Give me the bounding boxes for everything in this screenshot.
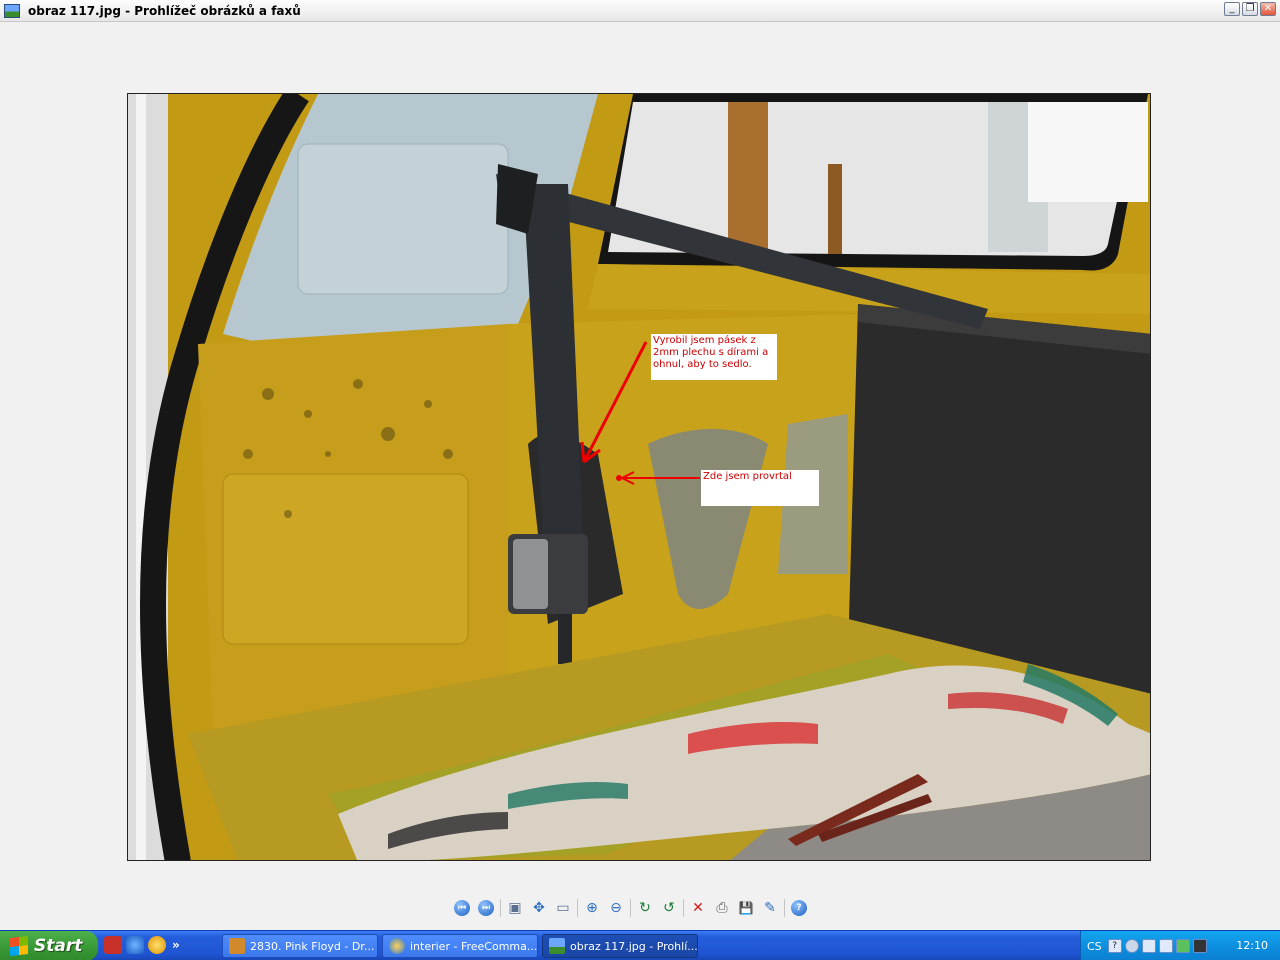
print-button[interactable]: ⎙ <box>712 898 732 918</box>
image-viewer-area: Vyrobil jsem pásek z 2mm plechu s dírami… <box>0 23 1280 893</box>
taskbar-item-label: obraz 117.jpg - Prohlí... <box>570 939 698 953</box>
language-indicator[interactable]: CS <box>1087 940 1102 953</box>
rotate-clockwise-button[interactable]: ↻ <box>635 898 655 918</box>
media-player-icon[interactable] <box>148 936 166 954</box>
help-icon: ? <box>791 900 807 916</box>
photo-illustration <box>128 94 1150 860</box>
actual-size-icon: ✥ <box>533 900 545 916</box>
image-viewer-icon <box>4 3 20 18</box>
rotate-clockwise-icon: ↻ <box>639 900 651 916</box>
print-icon: ⎙ <box>716 900 728 916</box>
best-fit-button[interactable]: ▣ <box>505 898 525 918</box>
actual-size-button[interactable]: ✥ <box>529 898 549 918</box>
delete-button[interactable]: ✕ <box>688 898 708 918</box>
help-tray-icon[interactable]: ? <box>1107 939 1122 953</box>
toolbar-separator <box>577 899 578 917</box>
quick-launch-more-icon[interactable]: » <box>172 938 180 952</box>
taskbar: Start » 2830. Pink Floyd - Dr... interie… <box>0 930 1280 960</box>
slideshow-icon: ▭ <box>556 900 570 916</box>
display-tray-icon[interactable] <box>1192 939 1207 953</box>
photo: Vyrobil jsem pásek z 2mm plechu s dírami… <box>127 93 1151 861</box>
rotate-counterclockwise-button[interactable]: ↺ <box>659 898 679 918</box>
taskbar-item-freecommander[interactable]: interier - FreeComma... <box>382 934 538 958</box>
slideshow-button[interactable]: ▭ <box>553 898 573 918</box>
back-tray-icon[interactable] <box>1124 939 1139 953</box>
annotation-drill-note: Zde jsem provrtal <box>701 470 819 506</box>
freecommander-icon <box>389 938 405 954</box>
minimize-button[interactable]: _ <box>1224 2 1240 16</box>
toolbar-separator <box>683 899 684 917</box>
previous-image-button[interactable]: ⏮ <box>452 898 472 918</box>
system-tray: CS ? 12:10 <box>1080 931 1280 960</box>
save-icon: 💾 <box>738 901 754 915</box>
winamp-icon <box>229 938 245 954</box>
image-viewer-icon <box>549 938 565 954</box>
taskbar-item-label: 2830. Pink Floyd - Dr... <box>250 939 375 953</box>
network-tray-icon[interactable] <box>1158 939 1173 953</box>
annotation-strap-note: Vyrobil jsem pásek z 2mm plechu s dírami… <box>651 334 777 380</box>
previous-icon: ⏮ <box>454 900 470 916</box>
taskbar-item-winamp[interactable]: 2830. Pink Floyd - Dr... <box>222 934 378 958</box>
toolbar-separator <box>630 899 631 917</box>
delete-icon: ✕ <box>692 900 704 916</box>
rotate-counterclockwise-icon: ↺ <box>663 900 675 916</box>
start-label: Start <box>34 936 83 956</box>
search-tray-icon[interactable] <box>1141 939 1156 953</box>
zoom-in-button[interactable]: ⊕ <box>582 898 602 918</box>
start-button[interactable]: Start <box>0 931 98 960</box>
next-icon: ⏭ <box>478 900 494 916</box>
save-button[interactable]: 💾 <box>736 898 756 918</box>
toolbar-separator <box>784 899 785 917</box>
window-title-bar[interactable]: obraz 117.jpg - Prohlížeč obrázků a faxů… <box>0 0 1280 22</box>
viewer-toolbar: ⏮ ⏭ ▣ ✥ ▭ ⊕ ⊖ ↻ ↺ ✕ ⎙ 💾 ✎ ? <box>452 897 813 919</box>
edit-button[interactable]: ✎ <box>760 898 780 918</box>
windows-logo-icon <box>10 936 28 956</box>
best-fit-icon: ▣ <box>508 900 522 916</box>
help-button[interactable]: ? <box>789 898 809 918</box>
close-button[interactable]: ✕ <box>1260 2 1276 16</box>
toolbar-separator <box>500 899 501 917</box>
restore-button[interactable]: ❐ <box>1242 2 1258 16</box>
quick-launch: » <box>104 936 180 954</box>
internet-explorer-icon[interactable] <box>126 936 144 954</box>
window-controls: _ ❐ ✕ <box>1224 2 1276 16</box>
next-image-button[interactable]: ⏭ <box>476 898 496 918</box>
edit-icon: ✎ <box>764 900 776 916</box>
pdf-app-icon[interactable] <box>104 936 122 954</box>
zoom-in-icon: ⊕ <box>586 900 598 916</box>
zoom-out-icon: ⊖ <box>610 900 622 916</box>
antivirus-tray-icon[interactable] <box>1175 939 1190 953</box>
taskbar-item-label: interier - FreeComma... <box>410 939 538 953</box>
window-title: obraz 117.jpg - Prohlížeč obrázků a faxů <box>28 3 301 18</box>
zoom-out-button[interactable]: ⊖ <box>606 898 626 918</box>
clock: 12:10 <box>1236 939 1268 952</box>
taskbar-item-image-viewer[interactable]: obraz 117.jpg - Prohlí... <box>542 934 698 958</box>
